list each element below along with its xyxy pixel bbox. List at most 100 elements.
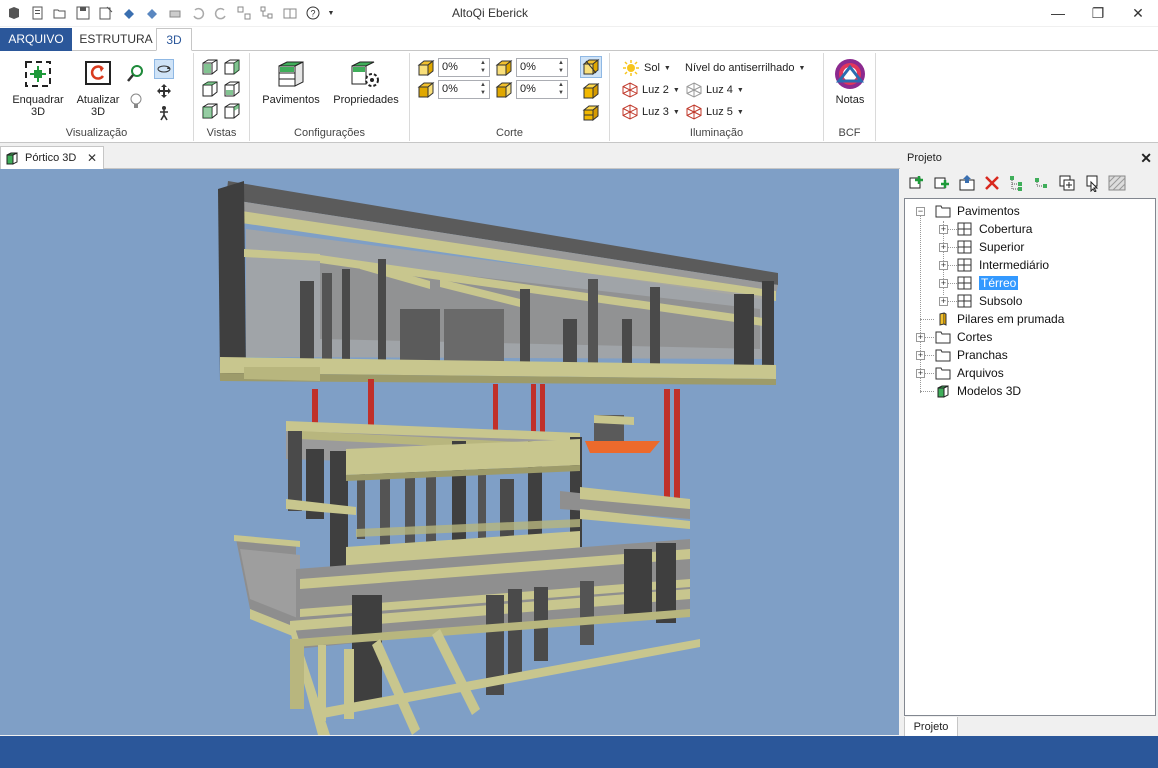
tab-3d[interactable]: 3D: [156, 28, 192, 51]
collapse-tree-icon[interactable]: [1031, 172, 1053, 194]
delete-icon[interactable]: [981, 172, 1003, 194]
floor-copy-icon[interactable]: [1056, 172, 1078, 194]
column: [300, 281, 314, 367]
cut-box-icon-3[interactable]: [416, 80, 436, 100]
corte-percent-field-1[interactable]: 0% ▲ ▼: [438, 58, 490, 77]
view-top-icon[interactable]: [200, 101, 220, 121]
pan-icon[interactable]: [154, 81, 174, 101]
view-back-icon[interactable]: [222, 57, 242, 77]
expand-tree-icon[interactable]: [1006, 172, 1028, 194]
expand-toggle[interactable]: +: [916, 351, 925, 360]
propriedades-button[interactable]: Propriedades: [328, 57, 404, 106]
left-wall-column: [218, 181, 246, 381]
expand-toggle[interactable]: +: [939, 279, 948, 288]
luz3-button[interactable]: Luz 3 ▼: [622, 102, 680, 122]
luz5-button[interactable]: Luz 5 ▼: [686, 102, 744, 122]
close-tab-icon[interactable]: ✕: [87, 151, 97, 165]
floor-plan-icon: [957, 276, 972, 290]
tree-item-cortes[interactable]: Cortes: [935, 328, 992, 346]
tree-item-modelos3d[interactable]: Modelos 3D: [935, 382, 1021, 400]
notas-button[interactable]: Notas: [828, 57, 872, 106]
light-cube-icon: [686, 104, 702, 120]
folder-icon: [935, 331, 951, 344]
group-label-corte: Corte: [496, 127, 523, 139]
app-title: AltoQi Eberick: [451, 6, 529, 20]
tree-item-pavimentos[interactable]: Pavimentos: [935, 202, 1020, 220]
import-floor-icon[interactable]: [956, 172, 978, 194]
3d-viewport[interactable]: [0, 169, 899, 735]
luz2-button[interactable]: Luz 2 ▼: [622, 80, 680, 100]
tree-item-cobertura[interactable]: Cobertura: [957, 220, 1032, 238]
spinner-icon[interactable]: ▲ ▼: [556, 59, 566, 76]
floor-plan-icon: [957, 294, 972, 308]
cut-half-box-icon[interactable]: [581, 103, 601, 123]
spinner-icon[interactable]: ▲ ▼: [556, 81, 566, 98]
tree-item-subsolo[interactable]: Subsolo: [957, 292, 1022, 310]
collapse-toggle[interactable]: −: [916, 207, 925, 216]
tree-item-intermediario[interactable]: Intermediário: [957, 256, 1049, 274]
expand-toggle[interactable]: +: [916, 333, 925, 342]
orbit-icon[interactable]: [154, 59, 174, 79]
floor-plan-icon: [957, 258, 972, 272]
close-button[interactable]: ✕: [1118, 0, 1158, 26]
antialias-dropdown[interactable]: Nível do antiserrilhado ▼: [685, 58, 805, 78]
expand-toggle[interactable]: +: [939, 243, 948, 252]
add-floor-icon[interactable]: [906, 172, 928, 194]
corte-percent-field-4[interactable]: 0% ▲ ▼: [516, 80, 568, 99]
expand-toggle[interactable]: +: [939, 225, 948, 234]
tab-estrutura[interactable]: ESTRUTURA: [76, 28, 156, 51]
restore-button[interactable]: ❐: [1078, 0, 1118, 26]
status-bar: [0, 736, 1158, 768]
luz4-button[interactable]: Luz 4 ▼: [686, 80, 744, 100]
red-pillar: [312, 389, 318, 425]
cut-box-icon-1[interactable]: [416, 58, 436, 78]
group-label-configuracoes: Configurações: [294, 127, 365, 139]
tree-item-superior[interactable]: Superior: [957, 238, 1024, 256]
floor-plan-icon: [957, 222, 972, 236]
structure-3d-model[interactable]: [0, 169, 899, 735]
floor-plan-icon: [957, 240, 972, 254]
light-cube-icon: [622, 104, 638, 120]
view-left-icon[interactable]: [200, 79, 220, 99]
expand-toggle[interactable]: +: [939, 297, 948, 306]
expand-toggle[interactable]: +: [916, 369, 925, 378]
light-bulb-icon[interactable]: [126, 91, 146, 111]
cut-toggle-icon[interactable]: [580, 56, 602, 78]
spinner-icon[interactable]: ▲ ▼: [478, 59, 488, 76]
enquadrar-3d-button[interactable]: Enquadrar 3D: [8, 57, 68, 118]
pavimentos-button[interactable]: Pavimentos: [258, 57, 324, 106]
project-panel: Projeto ✕ − Pavimentos + Cobertura + Sup…: [902, 146, 1158, 737]
cut-solid-box-icon[interactable]: [581, 81, 601, 101]
walk-icon[interactable]: [154, 103, 174, 123]
minimize-button[interactable]: —: [1038, 0, 1078, 26]
expand-toggle[interactable]: +: [939, 261, 948, 270]
close-panel-icon[interactable]: ✕: [1140, 150, 1152, 167]
sun-icon: [623, 60, 639, 76]
view-bottom-icon[interactable]: [222, 101, 242, 121]
group-bcf: Notas BCF: [824, 53, 876, 141]
project-tree: − Pavimentos + Cobertura + Superior + In…: [904, 198, 1156, 716]
view-right-icon[interactable]: [222, 79, 242, 99]
atualizar-3d-button[interactable]: Atualizar 3D: [70, 57, 126, 118]
hatch-icon[interactable]: [1106, 172, 1128, 194]
cut-box-icon-4[interactable]: [494, 80, 514, 100]
tab-portico-3d[interactable]: Pórtico 3D ✕: [0, 146, 104, 169]
insert-floor-icon[interactable]: [931, 172, 953, 194]
spinner-icon[interactable]: ▲ ▼: [478, 81, 488, 98]
view-front-icon[interactable]: [200, 57, 220, 77]
sol-button[interactable]: Sol ▼: [622, 58, 671, 78]
corte-percent-field-2[interactable]: 0% ▲ ▼: [516, 58, 568, 77]
tree-item-pilares[interactable]: Pilares em prumada: [935, 310, 1064, 328]
tree-item-terreo[interactable]: Térreo: [957, 274, 1019, 292]
pillar-icon: [939, 312, 947, 326]
tree-item-arquivos[interactable]: Arquivos: [935, 364, 1004, 382]
pointer-help-icon[interactable]: [1081, 172, 1103, 194]
tab-arquivo[interactable]: ARQUIVO: [0, 28, 72, 51]
corte-percent-field-3[interactable]: 0% ▲ ▼: [438, 80, 490, 99]
group-label-visualizacao: Visualização: [65, 127, 128, 139]
tab-projeto-panel[interactable]: Projeto: [904, 717, 958, 737]
frame-3d-icon: [21, 57, 55, 91]
cut-box-icon-2[interactable]: [494, 58, 514, 78]
tree-item-pranchas[interactable]: Pranchas: [935, 346, 1008, 364]
zoom-icon[interactable]: [126, 63, 146, 83]
